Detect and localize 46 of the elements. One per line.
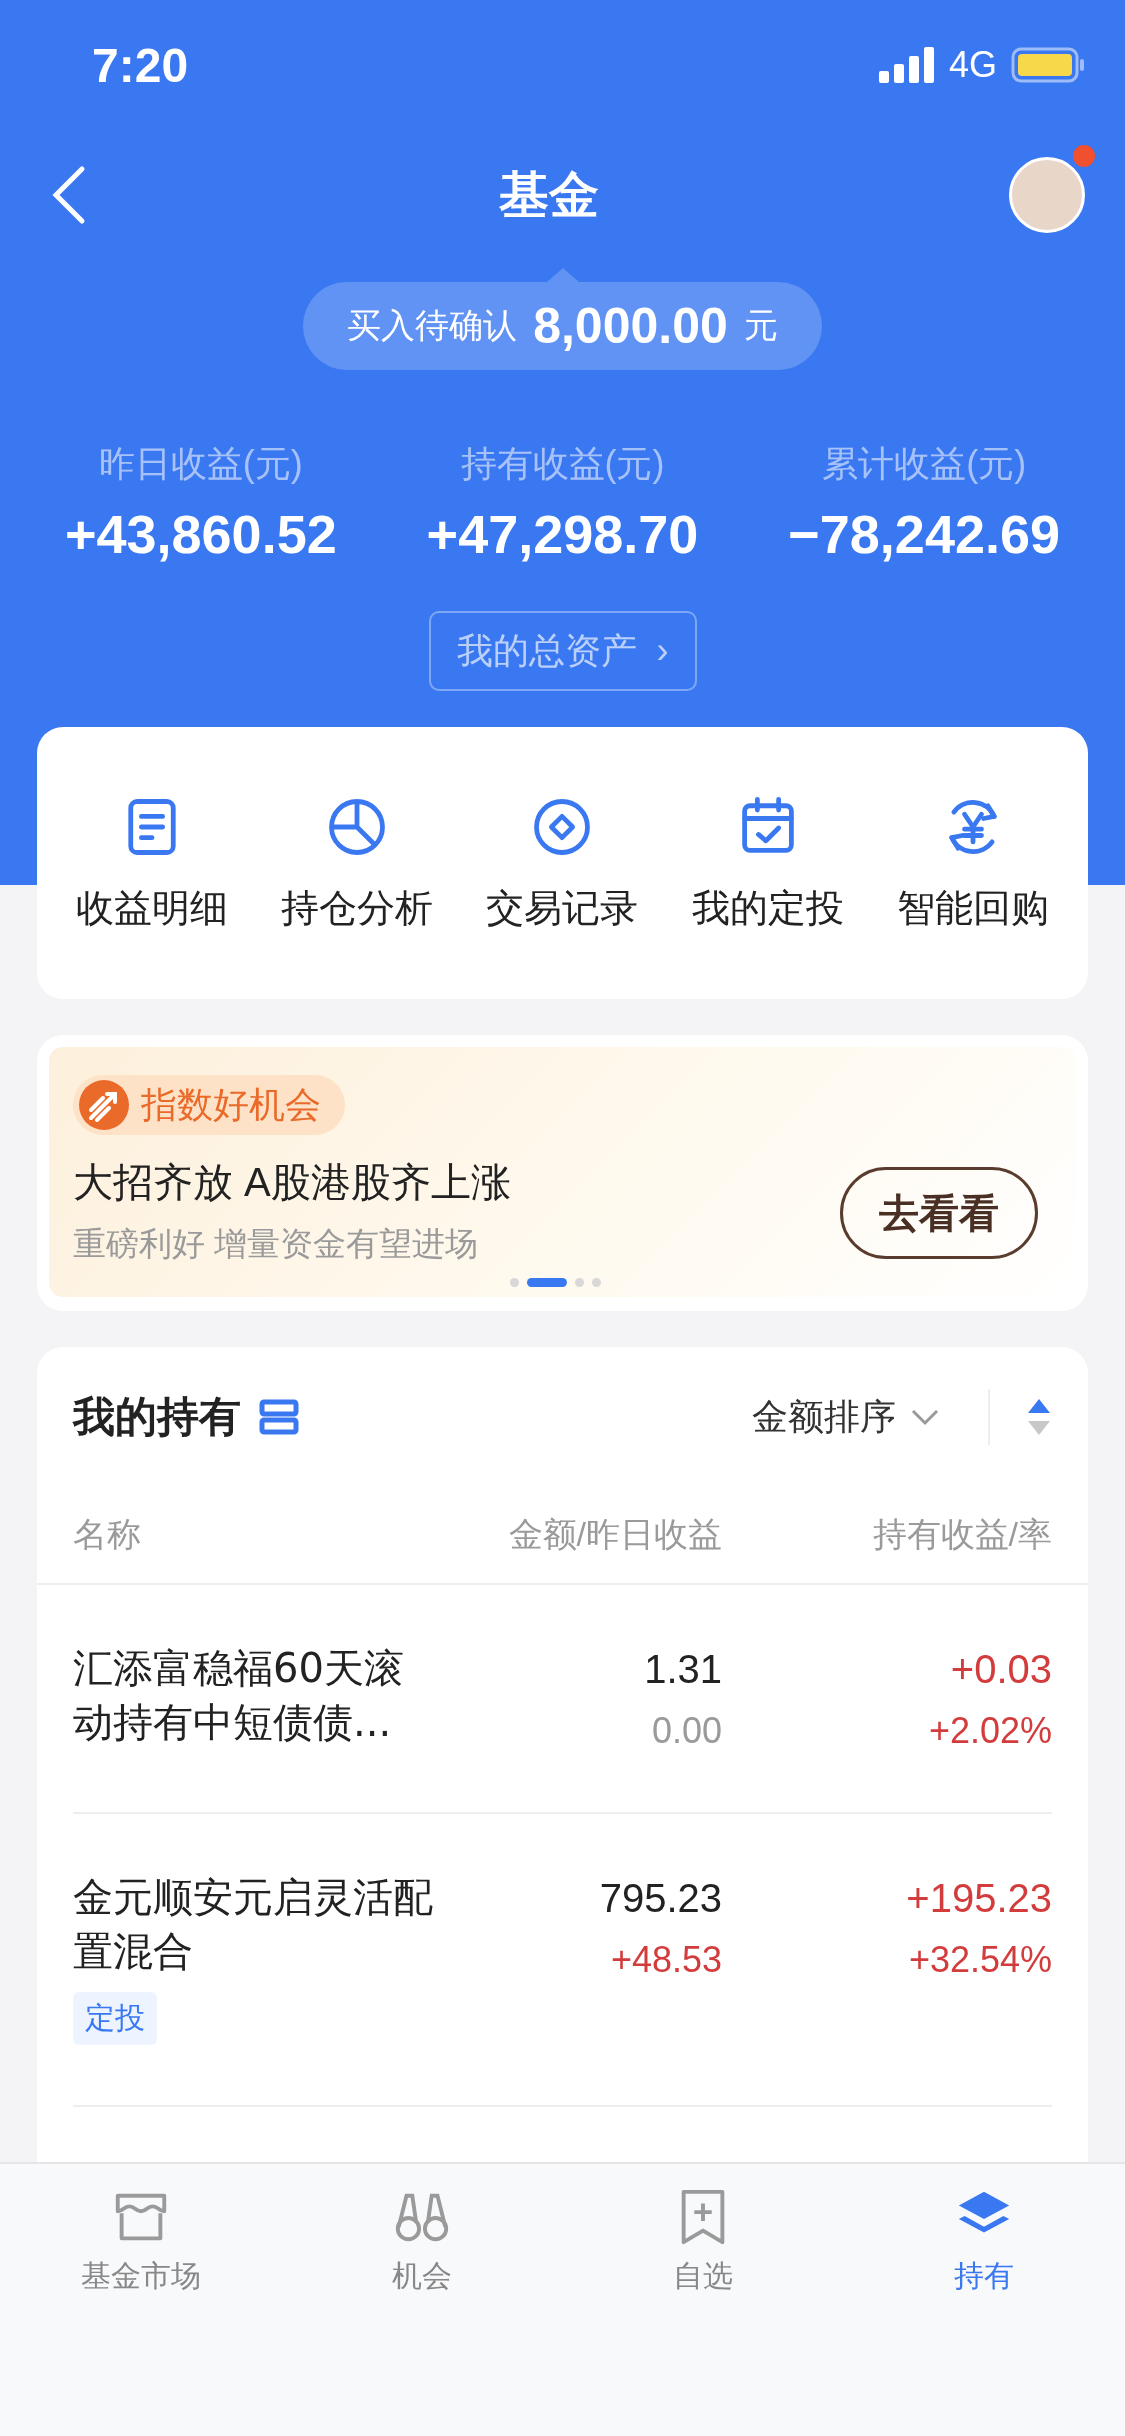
- sort-dropdown[interactable]: 金额排序: [752, 1392, 940, 1442]
- view-button[interactable]: 去看看: [840, 1167, 1038, 1259]
- sort-order-icon[interactable]: [1026, 1397, 1052, 1437]
- pointer-arrow: [546, 268, 579, 282]
- column-header: 金额/昨日收益: [507, 1514, 722, 1555]
- promo-tag: 指数好机会: [73, 1075, 345, 1135]
- stat-value: +47,298.70: [426, 503, 699, 565]
- yesterday-profit: 0.00: [651, 1710, 722, 1752]
- fund-name[interactable]: 汇添富稳福60天滚动持有中短债债...: [73, 1641, 443, 1749]
- shortcut-link[interactable]: 收益明细: [75, 882, 228, 934]
- battery-icon: [1011, 47, 1085, 83]
- stat-label: 昨日收益(元): [98, 442, 303, 486]
- signal-icon: [878, 47, 935, 83]
- status-time: 7:20: [92, 37, 189, 93]
- profit-rate: +2.02%: [928, 1710, 1052, 1752]
- promo-subtitle: 重磅利好 增量资金有望进场: [73, 1224, 480, 1264]
- pending-amount: 8,000.00: [533, 297, 728, 355]
- promo-title: 大招齐放 A股港股齐上涨: [73, 1159, 511, 1206]
- stat-label: 持有收益(元): [460, 442, 665, 486]
- shortcut-link[interactable]: 我的定投: [691, 882, 844, 934]
- yesterday-profit: +48.53: [610, 1939, 722, 1981]
- arrow-badge-icon: [77, 1078, 131, 1132]
- stat-value: −78,242.69: [788, 503, 1061, 565]
- stat-value: +43,860.52: [64, 503, 337, 565]
- page-title: 基金: [498, 165, 599, 225]
- auto-invest-tag: 定投: [73, 1992, 157, 2045]
- fund-name[interactable]: 金元顺安元启灵活配置混合: [73, 1870, 443, 1978]
- pending-label: 买入待确认: [347, 305, 518, 346]
- shortcut-link[interactable]: 智能回购: [897, 882, 1050, 934]
- holding-amount: 795.23: [599, 1876, 722, 1921]
- shortcut-link[interactable]: 持仓分析: [281, 882, 434, 934]
- shortcut-link[interactable]: 交易记录: [486, 882, 639, 934]
- holding-amount: 1.31: [644, 1647, 722, 1692]
- holding-profit: +0.03: [950, 1647, 1052, 1692]
- tab-item[interactable]: 持有: [954, 2256, 1015, 2297]
- list-icon[interactable]: [259, 1399, 299, 1435]
- stat-label: 累计收益(元): [822, 442, 1027, 486]
- profit-rate: +32.54%: [908, 1939, 1052, 1981]
- promo-banner[interactable]: 指数好机会 大招齐放 A股港股齐上涨 重磅利好 增量资金有望进场 去看看: [49, 1047, 1076, 1297]
- chevron-down-icon: [910, 1407, 940, 1427]
- column-header: 持有收益/率: [871, 1514, 1052, 1555]
- holding-profit: +195.23: [906, 1876, 1052, 1921]
- network-label: 4G: [948, 44, 997, 86]
- section-title: 我的持有: [73, 1392, 241, 1442]
- column-header: 名称: [73, 1514, 142, 1555]
- currency-unit: 元: [743, 305, 778, 346]
